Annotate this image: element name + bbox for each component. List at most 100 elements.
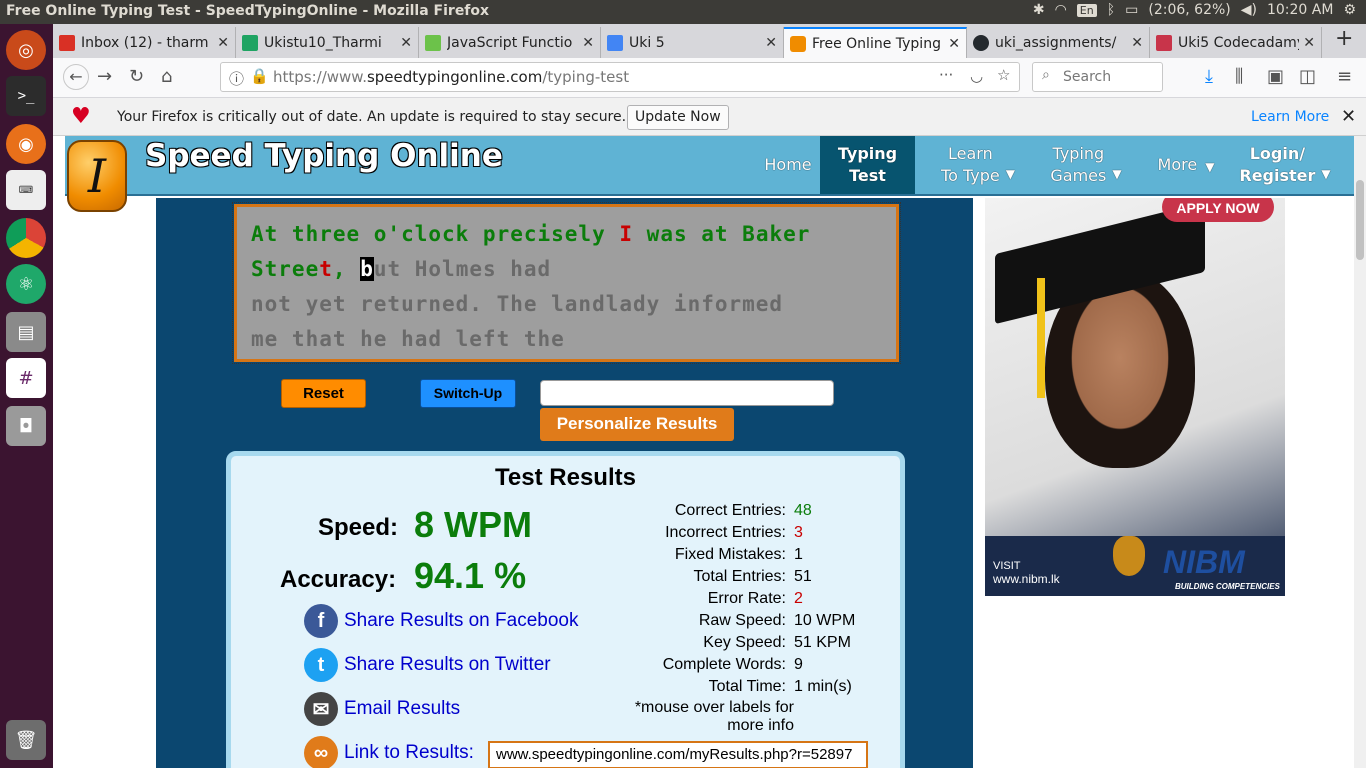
close-tab-icon[interactable]: ✕ [400, 35, 412, 51]
tab-gmail[interactable]: Inbox (12) - tharm ✕ [53, 27, 236, 58]
files-icon[interactable]: ▤ [6, 312, 46, 352]
download-icon[interactable]: ⤓ [1205, 66, 1213, 87]
dropbox-icon[interactable]: ✱ [1033, 2, 1045, 18]
pocket-icon[interactable]: ◡ [970, 67, 983, 85]
back-arrow-icon[interactable]: ← [63, 64, 89, 90]
hamburger-menu-icon[interactable]: ≡ [1337, 66, 1352, 87]
scrollbar-thumb[interactable] [1356, 180, 1364, 260]
keyboard-layout-indicator[interactable]: En [1076, 3, 1097, 17]
forward-arrow-icon[interactable]: → [97, 66, 112, 87]
nav-typing-test[interactable]: Typing Test [820, 136, 915, 194]
accuracy-label[interactable]: Accuracy: [280, 566, 396, 594]
keyboard-icon[interactable]: ⌨ [6, 170, 46, 210]
ad-visit-text: VISIT www.nibm.lk [993, 560, 1060, 586]
library-icon[interactable]: ⫼ [1235, 66, 1243, 87]
ubuntu-dash-icon[interactable]: ◎ [6, 30, 46, 70]
tab-javascript[interactable]: JavaScript Functio ✕ [419, 27, 601, 58]
site-logo[interactable]: I [67, 140, 127, 212]
nav-label: To Type [941, 166, 1000, 185]
email-results-label: Email Results [344, 698, 461, 719]
stat-label[interactable]: Total Time: [611, 676, 794, 698]
close-tab-icon[interactable]: ✕ [217, 35, 229, 51]
url-bar[interactable]: ⓘ 🔒 https://www.speedtypingonline.com/ty… [220, 62, 1020, 92]
settings-gear-icon[interactable]: ⚙ [1343, 2, 1356, 18]
close-tab-icon[interactable]: ✕ [1303, 35, 1315, 51]
share-twitter-link[interactable]: t Share Results on Twitter [304, 648, 551, 682]
apply-now-button[interactable]: APPLY NOW [1162, 198, 1274, 222]
nav-more[interactable]: More ▼ [1151, 136, 1221, 194]
camera-icon[interactable]: ◘ [6, 406, 46, 446]
nav-login-register[interactable]: Login/Register ▼ [1239, 136, 1330, 194]
nav-learn-to-type[interactable]: Learn To Type ▼ [933, 136, 1023, 194]
nibm-advertisement[interactable]: APPLY NOW VISIT www.nibm.lk NIBM BUILDING… [985, 198, 1285, 596]
nav-typing-games[interactable]: Typing Games ▼ [1047, 136, 1125, 194]
nav-label: Typing [1052, 144, 1105, 163]
stat-label[interactable]: Complete Words: [611, 654, 794, 676]
new-tab-button[interactable]: + [1335, 26, 1353, 51]
personalize-results-button[interactable]: Personalize Results [540, 408, 734, 441]
site-brand[interactable]: Speed Typing Online [145, 138, 503, 174]
tab-typing-test[interactable]: Free Online Typing ✕ [784, 27, 967, 58]
stat-label[interactable]: Correct Entries: [611, 500, 794, 522]
stat-label[interactable]: Raw Speed: [611, 610, 794, 632]
synced-tabs-icon[interactable]: ▣ [1267, 66, 1284, 87]
info-icon[interactable]: ⓘ [229, 68, 244, 89]
page-actions-icon[interactable]: ··· [939, 66, 953, 84]
stat-value: 1 [794, 546, 803, 563]
switch-up-button[interactable]: Switch-Up [420, 379, 516, 408]
speed-label[interactable]: Speed: [318, 514, 398, 542]
tab-github[interactable]: uki_assignments/ ✕ [967, 27, 1150, 58]
close-tab-icon[interactable]: ✕ [765, 35, 777, 51]
bookmark-star-icon[interactable]: ☆ [997, 66, 1010, 84]
home-icon[interactable]: ⌂ [161, 66, 172, 87]
clock[interactable]: 10:20 AM [1267, 2, 1333, 18]
stat-label[interactable]: Key Speed: [611, 632, 794, 654]
slack-icon[interactable]: # [6, 358, 46, 398]
stat-label[interactable]: Total Entries: [611, 566, 794, 588]
terminal-icon[interactable]: >_ [6, 76, 46, 116]
share-facebook-link[interactable]: f Share Results on Facebook [304, 604, 578, 638]
close-tab-icon[interactable]: ✕ [1131, 35, 1143, 51]
chrome-icon[interactable] [6, 218, 46, 258]
tab-drive[interactable]: Ukistu10_Tharmi ✕ [236, 27, 419, 58]
stat-label[interactable]: Error Rate: [611, 588, 794, 610]
search-input[interactable]: ⌕ Search [1032, 62, 1163, 92]
firefox-icon[interactable]: ◉ [6, 124, 46, 164]
sidebar-icon[interactable]: ◫ [1299, 66, 1316, 87]
close-tab-icon[interactable]: ✕ [582, 35, 594, 51]
email-results-link[interactable]: ✉ Email Results [304, 692, 460, 726]
name-input[interactable] [540, 380, 834, 406]
stat-value: 2 [794, 590, 803, 607]
results-link-field[interactable]: www.speedtypingonline.com/myResults.php?… [488, 741, 868, 768]
bluetooth-icon[interactable]: ᛒ [1107, 2, 1115, 18]
battery-status[interactable]: (2:06, 62%) [1148, 2, 1230, 18]
trash-icon[interactable]: 🗑 [6, 720, 46, 760]
notification-message: Your Firefox is critically out of date. … [117, 109, 627, 125]
tab-label: Uki 5 [629, 34, 665, 51]
close-icon[interactable]: ✕ [1341, 106, 1356, 127]
nav-home[interactable]: Home [748, 136, 828, 194]
learn-more-link[interactable]: Learn More [1251, 109, 1329, 125]
update-now-button[interactable]: Update Now [627, 105, 729, 130]
typed-correct-text: , [332, 257, 347, 281]
tab-codecademy[interactable]: Uki5 Codecadamy ✕ [1150, 27, 1322, 58]
page-scrollbar[interactable] [1354, 136, 1366, 768]
tab-uki5[interactable]: Uki 5 ✕ [601, 27, 784, 58]
atom-icon[interactable]: ⚛ [6, 264, 46, 304]
stat-label[interactable]: Incorrect Entries: [611, 522, 794, 544]
dropdown-triangle-icon: ▼ [1005, 167, 1015, 181]
volume-icon[interactable]: ◀) [1241, 2, 1257, 18]
untyped-text: ut Holmes had [373, 257, 552, 281]
stat-value: 3 [794, 524, 803, 541]
link-to-results[interactable]: ∞ Link to Results: [304, 736, 474, 768]
wifi-icon[interactable]: ◠ [1055, 2, 1067, 18]
email-envelope-icon: ✉ [304, 692, 338, 726]
close-tab-icon[interactable]: ✕ [948, 36, 960, 52]
url-text: https://www.speedtypingonline.com/typing… [273, 68, 629, 86]
stat-label[interactable]: Fixed Mistakes: [611, 544, 794, 566]
battery-icon[interactable]: ▭ [1125, 2, 1138, 18]
reset-button[interactable]: Reset [281, 379, 366, 408]
untyped-text-line: me that he had left the [251, 327, 565, 351]
typing-text-area[interactable]: At three o'clock precisely I was at Bake… [232, 202, 901, 364]
reload-icon[interactable]: ↻ [129, 66, 144, 87]
